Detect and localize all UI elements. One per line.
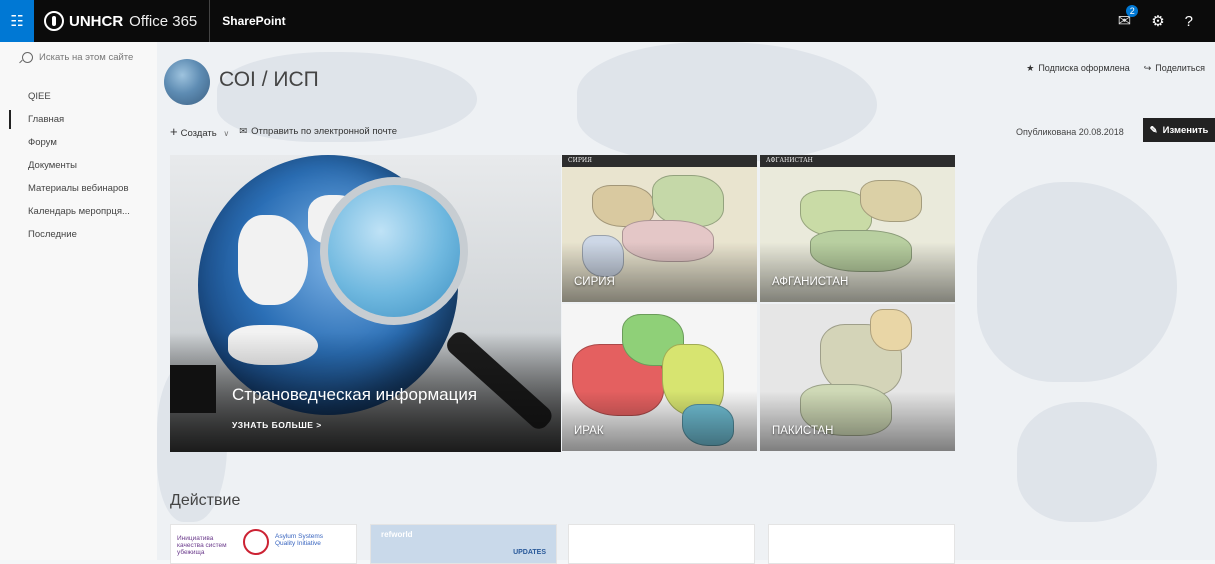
hero-tile-pakistan[interactable]: ПАКИСТАН bbox=[760, 304, 955, 451]
hero-tile-syria[interactable]: СИРИЯ СИРИЯ bbox=[562, 155, 757, 302]
email-button[interactable]: ✉ Отправить по электронной почте bbox=[239, 126, 397, 137]
action-card-refworld[interactable]: refworld UPDATES bbox=[370, 524, 557, 564]
unhcr-logo-icon bbox=[44, 11, 64, 31]
edit-button[interactable]: ✎ Изменить bbox=[1143, 118, 1215, 142]
nav-item-documents[interactable]: Документы bbox=[0, 154, 157, 177]
suite-actions: ✉ 2 ⚙ ? bbox=[1118, 5, 1193, 31]
nav-list: QIEE Главная Форум Документы Материалы в… bbox=[0, 85, 157, 246]
new-label: Создать bbox=[180, 128, 217, 139]
email-label: Отправить по электронной почте bbox=[251, 126, 398, 137]
plus-icon: + bbox=[170, 124, 178, 139]
updates-badge: UPDATES bbox=[513, 549, 546, 556]
hero-tile-iraq[interactable]: ИРАК bbox=[562, 304, 757, 451]
nav-item-recent[interactable]: Последние bbox=[0, 223, 157, 246]
search-input[interactable]: Искать на этом сайте bbox=[0, 42, 157, 63]
app-launcher-icon[interactable]: ☷ bbox=[0, 0, 34, 42]
suite-bar: ☷ UNHCR Office 365 SharePoint ✉ 2 ⚙ ? bbox=[0, 0, 1215, 42]
left-navigation: Искать на этом сайте QIEE Главная Форум … bbox=[0, 42, 157, 560]
nav-item-forum[interactable]: Форум bbox=[0, 131, 157, 154]
actions-heading: Действие bbox=[170, 492, 241, 509]
tile-label: АФГАНИСТАН bbox=[772, 276, 849, 288]
brand-name: UNHCR bbox=[69, 12, 124, 30]
action-card-quality[interactable]: Инициатива качества систем убежища Asylu… bbox=[170, 524, 357, 564]
divider bbox=[209, 0, 211, 42]
action-card-3[interactable] bbox=[568, 524, 755, 564]
follow-button[interactable]: ★ Подписка оформлена bbox=[1026, 63, 1130, 74]
nav-item-webinars[interactable]: Материалы вебинаров bbox=[0, 177, 157, 200]
edit-label: Изменить bbox=[1162, 124, 1209, 136]
share-label: Поделиться bbox=[1155, 63, 1205, 73]
card-left-text: Инициатива качества систем убежища bbox=[177, 535, 227, 556]
mail-icon: ✉ bbox=[239, 126, 248, 137]
follow-label: Подписка оформлена bbox=[1038, 63, 1130, 73]
chevron-down-icon: ∨ bbox=[223, 129, 230, 138]
tile-header: АФГАНИСТАН bbox=[766, 157, 813, 164]
site-logo[interactable] bbox=[164, 59, 210, 105]
brand-logo[interactable]: UNHCR Office 365 bbox=[44, 11, 197, 31]
star-icon: ★ bbox=[1026, 63, 1035, 73]
header-actions: ★ Подписка оформлена ↪ Поделиться bbox=[1026, 63, 1205, 74]
magnifier-lens bbox=[320, 177, 468, 325]
search-icon bbox=[22, 52, 33, 63]
learn-more-link[interactable]: УЗНАТЬ БОЛЬШЕ > bbox=[232, 420, 322, 430]
notifications-button[interactable]: ✉ 2 bbox=[1118, 5, 1139, 31]
search-placeholder: Искать на этом сайте bbox=[39, 52, 134, 63]
caption-accent bbox=[170, 365, 216, 413]
gear-icon[interactable]: ⚙ bbox=[1151, 12, 1164, 30]
published-status: Опубликована 20.08.2018 bbox=[1016, 127, 1124, 137]
hero-main-tile[interactable]: Страноведческая информация УЗНАТЬ БОЛЬШЕ… bbox=[170, 155, 561, 452]
nav-item-home[interactable]: Главная bbox=[0, 108, 157, 131]
office-label: Office 365 bbox=[129, 12, 198, 30]
notification-badge: 2 bbox=[1126, 5, 1139, 17]
nav-item-qiee[interactable]: QIEE bbox=[0, 85, 157, 108]
pencil-icon: ✎ bbox=[1149, 124, 1158, 136]
card-right-text: Asylum Systems Quality Initiative bbox=[275, 533, 324, 547]
tile-label: ИРАК bbox=[574, 425, 604, 437]
tile-header: СИРИЯ bbox=[568, 157, 592, 164]
command-bar: + Создать ∨ ✉ Отправить по электронной поч… bbox=[170, 124, 397, 139]
hero-caption: Страноведческая информация bbox=[232, 385, 478, 404]
nav-item-calendar[interactable]: Календарь меропрця... bbox=[0, 200, 157, 223]
share-button[interactable]: ↪ Поделиться bbox=[1144, 63, 1205, 74]
site-title[interactable]: СОI / ИСП bbox=[219, 68, 319, 92]
help-button[interactable]: ? bbox=[1185, 13, 1193, 30]
tile-label: ПАКИСТАН bbox=[772, 425, 834, 437]
share-icon: ↪ bbox=[1143, 63, 1152, 73]
tile-label: СИРИЯ bbox=[574, 276, 615, 288]
app-name[interactable]: SharePoint bbox=[222, 14, 285, 28]
initiative-logo-icon bbox=[243, 529, 269, 555]
refworld-brand: refworld bbox=[381, 530, 413, 539]
hero-tile-afghanistan[interactable]: АФГАНИСТАН АФГАНИСТАН bbox=[760, 155, 955, 302]
action-card-4[interactable] bbox=[768, 524, 955, 564]
new-button[interactable]: + Создать ∨ bbox=[170, 124, 229, 139]
